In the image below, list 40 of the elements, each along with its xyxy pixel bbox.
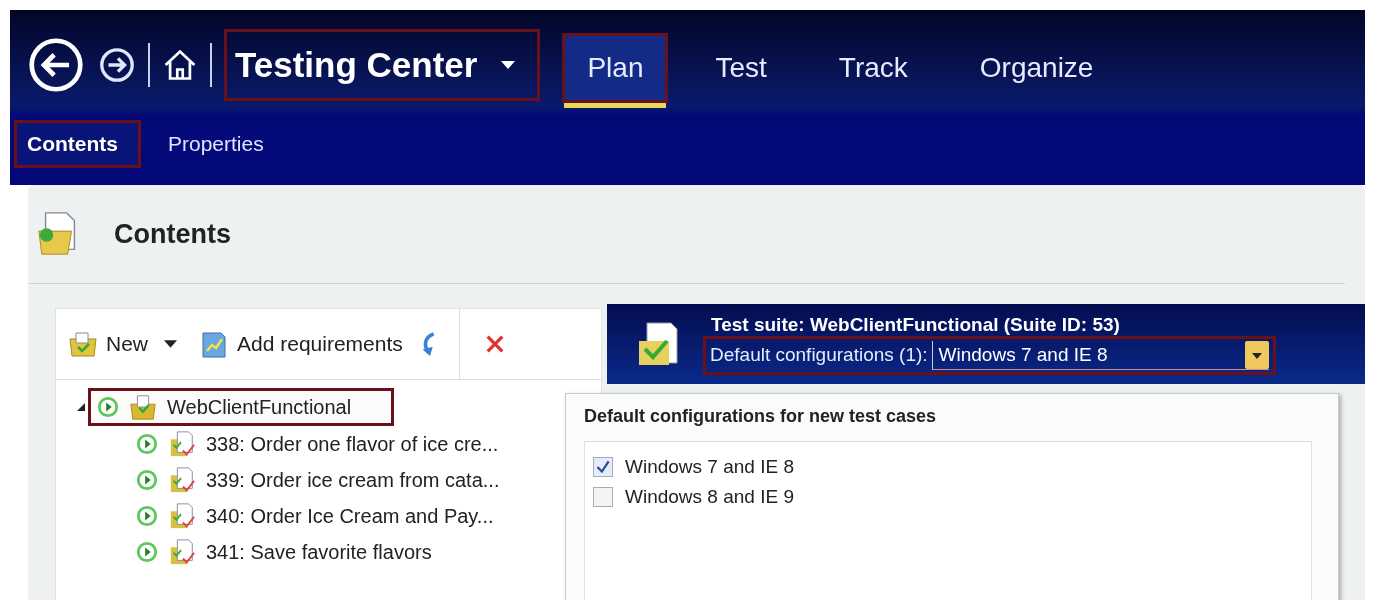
play-icon — [136, 433, 158, 455]
test-case-icon — [168, 538, 196, 566]
caret-icon[interactable] — [164, 340, 177, 348]
test-case-icon — [168, 466, 196, 494]
tree-item[interactable]: 340: Order Ice Cream and Pay... — [76, 498, 494, 534]
forward-icon[interactable] — [98, 46, 136, 84]
play-icon — [136, 469, 158, 491]
add-requirements-button[interactable]: Add requirements — [199, 329, 403, 359]
popup-heading: Default configurations for new test cases — [584, 406, 937, 426]
suite-title: Test suite: WebClientFunctional (Suite ID: 53) — [711, 313, 1121, 336]
panel-title: Contents — [114, 218, 231, 250]
hub-tab[interactable]: Organize — [954, 33, 1119, 103]
folder-icon — [129, 393, 157, 421]
configuration-dropdown[interactable]: Windows 7 and IE 8 — [931, 340, 1269, 370]
option-label: Windows 8 and IE 9 — [625, 486, 794, 508]
tree-item[interactable]: 338: Order one flavor of ice cre... — [76, 426, 499, 462]
play-icon — [97, 396, 119, 418]
back-icon[interactable] — [28, 37, 84, 93]
checkbox[interactable] — [593, 457, 613, 477]
play-icon — [136, 541, 158, 563]
test-case-icon — [168, 502, 196, 530]
folder-icon — [68, 329, 98, 359]
sub-tab[interactable]: Properties — [155, 120, 287, 168]
tree-item[interactable]: 341: Save favorite flavors — [76, 534, 432, 570]
option-label: Windows 7 and IE 8 — [625, 456, 794, 478]
project-selector[interactable]: Testing Center — [224, 29, 541, 101]
configuration-label: Default configurations (1): — [710, 344, 928, 366]
hub-tab[interactable]: Track — [813, 33, 933, 103]
tree-item[interactable]: 339: Order ice cream from cata... — [76, 462, 500, 498]
hub-tab[interactable]: Test — [690, 33, 792, 103]
new-button[interactable]: New — [68, 329, 148, 359]
document-chart-icon — [199, 329, 229, 359]
play-icon — [136, 505, 158, 527]
tree-item[interactable]: WebClientFunctional — [88, 388, 395, 426]
checkbox[interactable] — [593, 487, 613, 507]
test-case-icon — [168, 430, 196, 458]
expand-arrow-icon[interactable] — [76, 402, 86, 412]
caret-icon — [501, 61, 516, 69]
sub-tab[interactable]: Contents — [14, 120, 141, 168]
home-icon[interactable] — [162, 47, 198, 83]
